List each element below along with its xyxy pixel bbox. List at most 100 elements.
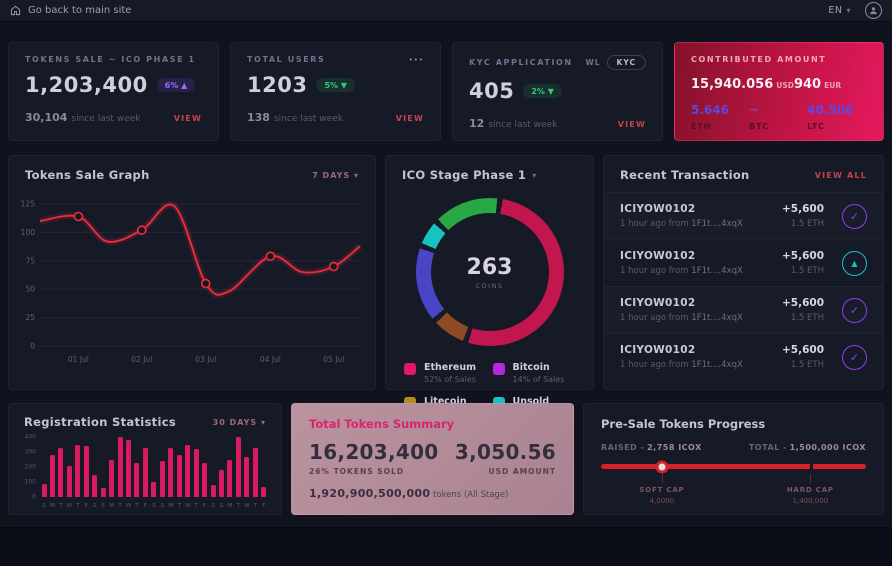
btc-value: ~	[749, 103, 807, 117]
total-tokens-summary-card: Total Tokens Summary 16,203,400 3,050.56…	[291, 403, 574, 515]
back-link[interactable]: Go back to main site	[10, 5, 131, 16]
bar-x-label: T	[117, 503, 123, 509]
chevron-down-icon[interactable]: ▾	[532, 171, 536, 180]
bar	[109, 460, 115, 498]
tab-kyc[interactable]: KYC	[607, 55, 646, 70]
transaction-row[interactable]: ICIYOW0102 1 hour ago from 1F1t....4xqX …	[604, 239, 883, 286]
transaction-amount: +5,600	[782, 297, 824, 309]
legend-sublabel: 14% of Sales	[513, 375, 565, 384]
more-menu-icon[interactable]: •••	[409, 56, 424, 64]
svg-text:50: 50	[25, 285, 35, 294]
ltc-value: 40.506	[807, 103, 865, 117]
bar	[100, 488, 106, 497]
tab-wl[interactable]: WL	[585, 58, 600, 67]
data-point-marker	[330, 262, 338, 270]
avatar[interactable]	[865, 2, 882, 19]
progress-handle[interactable]	[655, 460, 668, 473]
legend-sublabel: 52% of Sales	[424, 375, 476, 384]
bar-x-label: F	[142, 503, 148, 509]
view-button[interactable]: VIEW	[174, 114, 202, 123]
btc-label: BTC	[749, 122, 807, 131]
transaction-meta: 1 hour ago from 1F1t....4xqX	[620, 266, 782, 276]
range-dropdown[interactable]: 7 DAYS ▾	[312, 171, 359, 180]
home-icon	[10, 5, 21, 16]
panel-title: Registration Statistics	[24, 415, 176, 429]
transaction-eth: 1.5 ETH	[782, 266, 824, 276]
panel-title: ICO Stage Phase 1	[402, 168, 526, 182]
bar	[202, 463, 208, 498]
badge-pct: 6%	[165, 81, 179, 90]
bar-x-label: W	[66, 503, 72, 509]
card-title: CONTRIBUTED AMOUNT	[691, 55, 867, 64]
transaction-eth: 1.5 ETH	[782, 360, 824, 370]
transaction-address: 1F1t....4xqX	[691, 219, 743, 229]
transaction-address: 1F1t....4xqX	[691, 313, 743, 323]
bar	[219, 470, 225, 497]
bar	[92, 475, 98, 498]
check-circle-icon[interactable]: ✓	[842, 204, 867, 229]
donut-center-label: COINS	[475, 282, 503, 290]
bar-x-label: F	[83, 503, 89, 509]
bar-x-label: T	[58, 503, 64, 509]
chevron-down-icon: ▾	[261, 418, 266, 427]
progress-track[interactable]: SOFT CAP 4,0000 HARD CAP 1,400,000	[601, 464, 866, 469]
transaction-row[interactable]: ICIYOW0102 1 hour ago from 1F1t....4xqX …	[604, 192, 883, 239]
soft-cap-label: SOFT CAP	[639, 486, 684, 494]
bar-x-label: S	[151, 503, 157, 509]
transaction-amount: +5,600	[782, 344, 824, 356]
change-badge[interactable]: 2% ▼	[523, 84, 562, 98]
bar	[244, 457, 250, 498]
bar	[41, 484, 47, 498]
transaction-id: ICIYOW0102	[620, 297, 782, 309]
transaction-amount: +5,600	[782, 203, 824, 215]
range-dropdown[interactable]: 30 DAYS ▾	[213, 418, 266, 427]
bar-x-label: S	[92, 503, 98, 509]
bar-y-tick: 100	[25, 479, 36, 486]
usd-value: 15,940.056	[691, 77, 773, 92]
view-button[interactable]: VIEW	[618, 120, 646, 129]
tokens-sale-graph-panel: Tokens Sale Graph 7 DAYS ▾ 0255075100125…	[8, 155, 376, 390]
badge-arrow-icon: ▼	[341, 81, 347, 90]
svg-text:100: 100	[21, 228, 36, 237]
total-users-value: 1203	[247, 73, 307, 97]
transaction-row[interactable]: ICIYOW0102 1 hour ago from 1F1t....4xqX …	[604, 333, 883, 380]
range-label: 30 DAYS	[213, 418, 258, 427]
tokens-sold-caption: 26% TOKENS SOLD	[309, 467, 404, 476]
range-label: 7 DAYS	[312, 171, 350, 180]
badge-arrow-icon: ▼	[548, 87, 554, 96]
svg-text:04 Jul: 04 Jul	[260, 355, 281, 364]
bar-x-label: T	[193, 503, 199, 509]
check-circle-icon[interactable]: ✓	[842, 298, 867, 323]
svg-text:02 Jul: 02 Jul	[131, 355, 152, 364]
delta-value: 30,104	[25, 111, 67, 124]
panel-title: Tokens Sale Graph	[25, 168, 150, 182]
change-badge[interactable]: 5% ▼	[316, 78, 355, 92]
transaction-id: ICIYOW0102	[620, 203, 782, 215]
hard-cap-value: 1,400,000	[787, 497, 834, 505]
transaction-eth: 1.5 ETH	[782, 219, 824, 229]
bar	[159, 461, 165, 497]
transaction-row[interactable]: ICIYOW0102 1 hour ago from 1F1t....4xqX …	[604, 286, 883, 333]
bar	[126, 440, 132, 497]
data-point-marker	[202, 280, 210, 288]
raised-label: RAISED -	[601, 443, 644, 452]
data-point-marker	[266, 252, 274, 260]
bar-x-label: M	[49, 503, 55, 509]
view-all-button[interactable]: VIEW ALL	[815, 171, 867, 180]
change-badge[interactable]: 6% ▲	[157, 78, 196, 92]
bar	[117, 437, 123, 497]
soft-cap-tick	[662, 474, 663, 483]
bar-x-label: S	[219, 503, 225, 509]
arrow-up-circle-icon[interactable]: ▲	[842, 251, 867, 276]
check-circle-icon[interactable]: ✓	[842, 345, 867, 370]
bar	[185, 445, 191, 498]
hard-cap-label: HARD CAP	[787, 486, 834, 494]
view-button[interactable]: VIEW	[396, 114, 424, 123]
bar	[83, 446, 89, 497]
bar	[176, 455, 182, 497]
language-selector[interactable]: EN ▾	[828, 5, 851, 16]
legend-swatch	[493, 363, 505, 375]
user-icon	[868, 5, 879, 16]
bar	[252, 448, 258, 498]
bar	[134, 463, 140, 498]
